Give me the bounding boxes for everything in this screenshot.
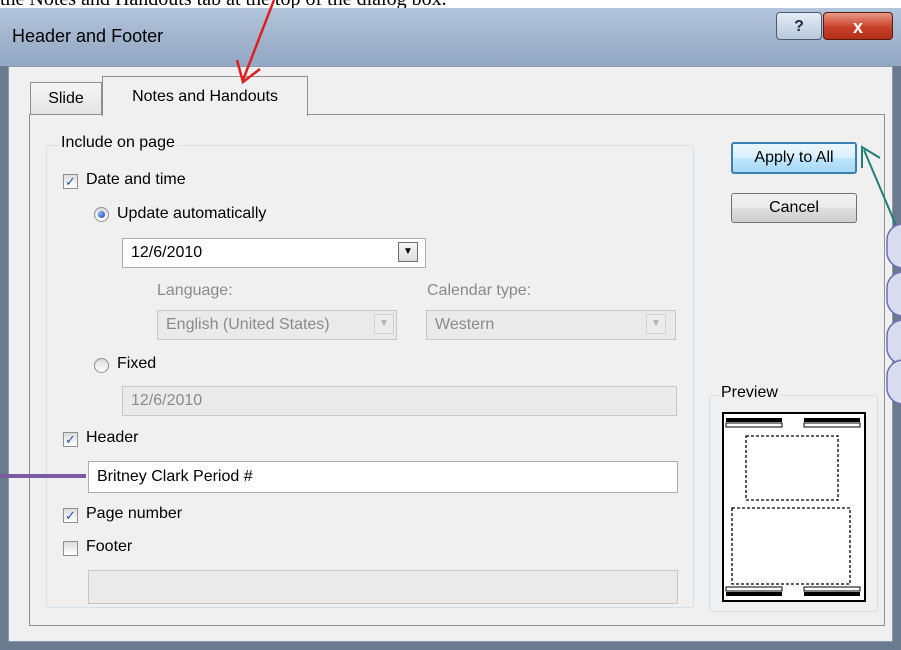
calendar-type-dropdown[interactable]: Western [426,310,676,340]
header-label: Header [86,429,139,446]
group-label-include: Include on page [58,134,178,152]
close-button[interactable]: x [823,12,893,40]
header-text-input[interactable]: Britney Clark Period # [88,461,678,493]
fixed-label: Fixed [117,355,157,372]
fixed-date-field[interactable]: 12/6/2010 [122,386,677,416]
page-number-checkbox[interactable]: ✓ [63,508,78,523]
preview-diagram [725,418,861,596]
page-number-label: Page number [86,505,183,522]
dialog-title: Header and Footer [12,26,164,46]
cancel-button[interactable]: Cancel [731,193,857,223]
footer-checkbox[interactable]: ✓ [63,541,78,556]
date-format-dropdown[interactable]: 12/6/2010 [122,238,426,268]
calendar-type-value: Western [435,316,495,333]
footer-text-input[interactable] [88,570,678,604]
tab-slide[interactable]: Slide [30,82,102,114]
chevron-down-icon: ▼ [374,314,394,334]
header-text-value: Britney Clark Period # [97,468,253,485]
language-dropdown[interactable]: English (United States) [157,310,397,340]
help-button[interactable]: ? [776,12,822,40]
chevron-down-icon: ▼ [646,314,666,334]
footer-label: Footer [86,538,133,555]
language-label: Language: [157,282,233,299]
date-time-checkbox[interactable]: ✓ [63,174,78,189]
chevron-down-icon[interactable]: ▼ [398,242,418,262]
date-format-value: 12/6/2010 [131,244,203,261]
update-automatically-radio[interactable] [94,207,109,222]
language-value: English (United States) [166,316,330,333]
apply-to-all-button[interactable]: Apply to All [731,142,857,174]
calendar-type-label: Calendar type: [427,282,532,299]
fixed-radio[interactable] [94,358,109,373]
tab-notes-and-handouts[interactable]: Notes and Handouts [102,76,308,116]
header-checkbox[interactable]: ✓ [63,432,78,447]
update-automatically-label: Update automatically [117,205,267,222]
preview-label: Preview [719,384,780,402]
preview-page [722,412,866,602]
fixed-date-value: 12/6/2010 [131,392,203,409]
date-time-label: Date and time [86,171,186,188]
